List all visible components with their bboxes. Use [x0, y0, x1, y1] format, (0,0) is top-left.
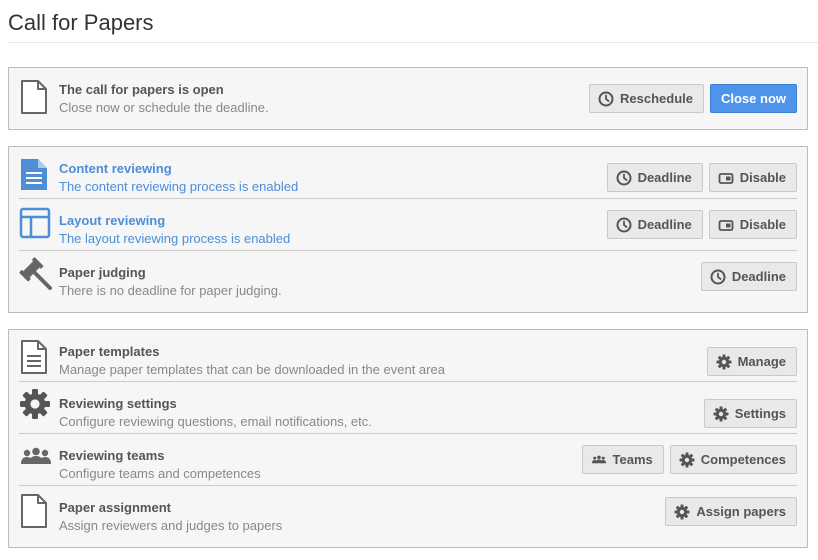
clock-icon: [616, 217, 632, 233]
reviewing-settings-actions: Settings: [703, 399, 797, 428]
reviewing-settings-row: Reviewing settings Configure reviewing q…: [19, 382, 797, 434]
cfp-status-panel: The call for papers is open Close now or…: [8, 67, 808, 130]
document-icon: [19, 494, 53, 528]
teams-label: Teams: [612, 452, 653, 467]
content-deadline-button[interactable]: Deadline: [606, 163, 703, 192]
teams-button[interactable]: Teams: [581, 445, 664, 474]
paper-templates-row: Paper templates Manage paper templates t…: [19, 330, 797, 382]
manage-label: Manage: [737, 354, 786, 369]
layout-reviewing-actions: Deadline Disable: [606, 210, 797, 239]
assign-papers-label: Assign papers: [696, 504, 786, 519]
manage-button[interactable]: Manage: [706, 347, 797, 376]
content-disable-button[interactable]: Disable: [708, 163, 797, 192]
paper-assignment-actions: Assign papers: [665, 497, 797, 526]
users-icon: [19, 446, 53, 480]
reviewing-teams-description: Configure teams and competences: [59, 466, 261, 481]
clock-icon: [616, 170, 632, 186]
cfp-actions: Reschedule Close now: [589, 84, 797, 113]
settings-label: Settings: [734, 406, 786, 421]
layout-disable-button[interactable]: Disable: [708, 210, 797, 239]
layout-reviewing-description: The layout reviewing process is enabled: [59, 231, 291, 246]
cog-icon: [674, 504, 690, 520]
cog-icon: [716, 354, 732, 370]
paper-assignment-row: Paper assignment Assign reviewers and ju…: [19, 486, 797, 538]
reviewing-teams-title: Reviewing teams: [59, 448, 165, 463]
reschedule-label: Reschedule: [620, 91, 693, 106]
reviewing-teams-row: Reviewing teams Configure teams and comp…: [19, 434, 797, 486]
layout-deadline-button[interactable]: Deadline: [606, 210, 703, 239]
content-reviewing-row: Content reviewing The content reviewing …: [19, 147, 797, 199]
settings-button[interactable]: Settings: [703, 399, 797, 428]
template-document-icon: [19, 340, 53, 374]
cog-icon: [679, 452, 695, 468]
content-reviewing-actions: Deadline Disable: [606, 163, 797, 192]
clock-icon: [710, 269, 726, 285]
competences-label: Competences: [700, 452, 786, 467]
paper-templates-actions: Manage: [706, 347, 797, 376]
users-icon: [591, 452, 607, 468]
paper-judging-row: Paper judging There is no deadline for p…: [19, 251, 797, 303]
layout-icon: [19, 207, 53, 241]
cfp-status-title: The call for papers is open: [59, 82, 224, 97]
title-divider: [8, 42, 818, 43]
close-now-button[interactable]: Close now: [709, 84, 797, 113]
settings-panel: Paper templates Manage paper templates t…: [8, 329, 808, 548]
reschedule-button[interactable]: Reschedule: [589, 84, 704, 113]
document-icon: [19, 80, 53, 114]
paper-judging-description: There is no deadline for paper judging.: [59, 283, 282, 298]
gear-icon: [19, 388, 53, 422]
cfp-status-row: The call for papers is open Close now or…: [19, 68, 797, 129]
toggle-off-icon: [718, 217, 734, 233]
reviewing-panel: Content reviewing The content reviewing …: [8, 146, 808, 313]
gavel-icon: [19, 257, 53, 291]
paper-judging-actions: Deadline: [700, 262, 797, 291]
competences-button[interactable]: Competences: [669, 445, 797, 474]
content-deadline-label: Deadline: [637, 170, 692, 185]
reviewing-settings-title: Reviewing settings: [59, 396, 177, 411]
paper-templates-description: Manage paper templates that can be downl…: [59, 362, 445, 377]
content-disable-label: Disable: [739, 170, 786, 185]
paper-templates-title: Paper templates: [59, 344, 160, 359]
close-now-label: Close now: [720, 91, 786, 106]
reviewing-settings-description: Configure reviewing questions, email not…: [59, 414, 372, 429]
judging-deadline-button[interactable]: Deadline: [700, 262, 797, 291]
assign-papers-button[interactable]: Assign papers: [665, 497, 797, 526]
layout-reviewing-row: Layout reviewing The layout reviewing pr…: [19, 199, 797, 251]
content-reviewing-title[interactable]: Content reviewing: [59, 161, 172, 176]
reviewing-teams-actions: Teams Competences: [581, 445, 797, 474]
cfp-status-description: Close now or schedule the deadline.: [59, 100, 269, 115]
clock-icon: [598, 91, 614, 107]
judging-deadline-label: Deadline: [731, 269, 786, 284]
cog-icon: [713, 406, 729, 422]
layout-reviewing-title[interactable]: Layout reviewing: [59, 213, 165, 228]
content-document-icon: [19, 157, 53, 191]
paper-assignment-description: Assign reviewers and judges to papers: [59, 518, 283, 533]
page-title: Call for Papers: [8, 10, 154, 35]
toggle-off-icon: [718, 170, 734, 186]
layout-disable-label: Disable: [739, 217, 786, 232]
paper-judging-title: Paper judging: [59, 265, 146, 280]
content-reviewing-description: The content reviewing process is enabled: [59, 179, 299, 194]
paper-assignment-title: Paper assignment: [59, 500, 171, 515]
layout-deadline-label: Deadline: [637, 217, 692, 232]
